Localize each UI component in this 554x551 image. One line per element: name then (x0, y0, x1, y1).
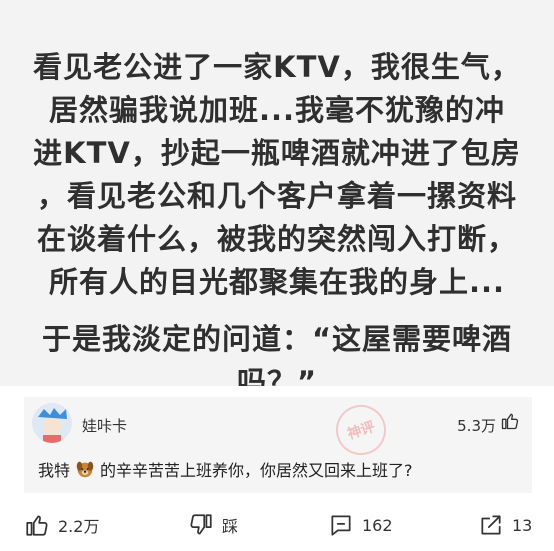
post-text-line: 看见老公进了一家KTV，我很生气， (33, 50, 521, 84)
like-button[interactable]: 2.2万 (24, 510, 99, 540)
post-text-line: 所有人的目光都聚集在我的身上... (48, 265, 506, 299)
thumbs-up-icon (26, 515, 48, 536)
post-image[interactable]: 看见老公进了一家KTV，我很生气， 居然骗我说加班...我毫不犹豫的冲 进KTV… (0, 0, 554, 386)
top-comment-card[interactable]: 娃咔卡 神评 5.3万 我特 的辛辛苦苦上班养你，你居然又回来上班了? (24, 397, 532, 493)
comment-count: 162 (362, 515, 393, 535)
post-text-line: 在谈着什么，被我的突然闯入打断， (36, 222, 517, 256)
like-count: 2.2万 (58, 517, 100, 536)
dog-emoji-icon (76, 461, 94, 478)
post-text-line: 吗？” (236, 365, 318, 386)
comment-button[interactable]: 162 (328, 510, 393, 540)
avatar[interactable] (32, 403, 72, 443)
comment-text-after: 的辛辛苦苦上班养你，你居然又回来上班了? (100, 461, 413, 480)
dislike-button[interactable]: 踩 (188, 510, 238, 540)
avatar-image (32, 403, 72, 443)
post-text-line: ，看见老公和几个客户拿着一摞资料 (36, 179, 517, 213)
comment-text-before: 我特 (38, 461, 71, 480)
post-text-line: 居然骗我说加班...我毫不犹豫的冲 (48, 93, 506, 127)
dislike-label: 踩 (222, 517, 239, 536)
share-count: 13 (512, 515, 533, 535)
hot-comment-stamp: 神评 (329, 398, 393, 462)
comment-icon (331, 515, 351, 536)
thumbs-down-icon (190, 514, 212, 535)
thumbs-up-icon[interactable] (500, 411, 520, 431)
post-text-line: 于是我淡定的问道：“这屋需要啤酒 (41, 322, 513, 356)
comment-username[interactable]: 娃咔卡 (82, 415, 127, 436)
comment-text: 我特 的辛辛苦苦上班养你，你居然又回来上班了? (38, 457, 413, 481)
comment-like-count: 5.3万 (457, 417, 496, 435)
share-button[interactable]: 13 (478, 510, 532, 540)
post-text-line: 进KTV，抄起一瓶啤酒就冲进了包房 (33, 136, 521, 170)
share-icon (481, 515, 501, 535)
